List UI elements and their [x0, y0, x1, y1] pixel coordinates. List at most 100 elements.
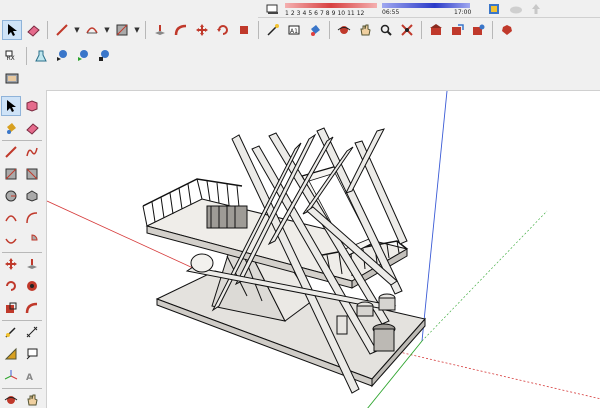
warehouse-icon[interactable]: [426, 20, 446, 40]
chevron-down-icon[interactable]: ▼: [103, 20, 111, 40]
move-icon[interactable]: [1, 254, 21, 274]
select-arrow-icon[interactable]: [1, 96, 21, 116]
month-slider-track[interactable]: [285, 3, 377, 8]
model-canvas[interactable]: [47, 91, 600, 408]
scale-icon[interactable]: [234, 20, 254, 40]
month-label: 3: [296, 10, 301, 17]
rotate-icon[interactable]: [1, 276, 21, 296]
arc-icon[interactable]: [82, 20, 102, 40]
flask-icon[interactable]: [31, 46, 51, 66]
text-icon[interactable]: [22, 344, 42, 364]
pencil-line-icon[interactable]: [1, 142, 21, 162]
time-start: 06:55: [382, 9, 400, 16]
pencil-line-icon[interactable]: [52, 20, 72, 40]
pan-icon[interactable]: [22, 390, 42, 408]
palette-separator: [2, 320, 42, 321]
views-toolbar: RX: [0, 44, 120, 68]
month-label: 2: [290, 10, 295, 17]
offset-icon[interactable]: [22, 298, 42, 318]
dimension-icon[interactable]: [22, 322, 42, 342]
month-label: 6: [314, 10, 318, 17]
green-axis-dotted: [421, 210, 548, 342]
blue-axis: [421, 91, 448, 342]
scene-next-icon[interactable]: [94, 46, 114, 66]
shadow-toggle-icon[interactable]: [262, 0, 282, 19]
toolbar-separator: [492, 21, 493, 39]
3d-text-icon[interactable]: A: [22, 366, 42, 386]
three-point-arc-icon[interactable]: [1, 230, 21, 250]
time-slider-track[interactable]: [382, 3, 470, 8]
chevron-down-icon[interactable]: ▼: [73, 20, 81, 40]
palette-separator: [2, 252, 42, 253]
select-arrow-icon[interactable]: [2, 20, 22, 40]
components-icon[interactable]: RX: [2, 46, 22, 66]
month-label: 9: [331, 10, 336, 17]
zoom-extents-icon[interactable]: [397, 20, 417, 40]
svg-text:A1: A1: [290, 28, 298, 35]
orbit-icon[interactable]: [1, 390, 21, 408]
toolbar-separator: [145, 21, 146, 39]
main-toolbar: ▼ ▼ ▼ A1: [0, 18, 600, 42]
month-label: 5: [308, 10, 313, 17]
axes-icon[interactable]: [1, 366, 21, 386]
push-pull-icon[interactable]: [22, 254, 42, 274]
month-label: 1: [285, 10, 289, 17]
shadow-toolbar: 1 2 3 4 5 6 7 8 9 10 11 12 06:55 17:00: [258, 0, 600, 18]
polygon-icon[interactable]: [22, 186, 42, 206]
rectangle-icon[interactable]: [1, 164, 21, 184]
toolbar-separator: [421, 21, 422, 39]
upload-icon[interactable]: [526, 0, 546, 19]
paint-bucket-icon[interactable]: [305, 20, 325, 40]
arc-icon[interactable]: [1, 208, 21, 228]
circle-icon[interactable]: [1, 186, 21, 206]
zoom-icon[interactable]: [376, 20, 396, 40]
pie-icon[interactable]: [22, 230, 42, 250]
month-label: 12: [356, 10, 365, 17]
eraser-icon[interactable]: [23, 20, 43, 40]
extension-warehouse-icon[interactable]: [468, 20, 488, 40]
month-label: 10: [337, 10, 346, 17]
month-label: 11: [347, 10, 355, 17]
palette-separator: [2, 140, 42, 141]
toolbar-separator: [26, 47, 27, 65]
orbit-icon[interactable]: [334, 20, 354, 40]
eraser-icon[interactable]: [22, 118, 42, 138]
toolbar-separator: [47, 21, 48, 39]
share-model-icon[interactable]: [447, 20, 467, 40]
sandbox-toolbar: [0, 66, 40, 90]
month-label: 4: [302, 10, 307, 17]
tool-palette: A: [0, 90, 46, 408]
scene-prev-icon[interactable]: [52, 46, 72, 66]
paint-bucket-icon[interactable]: [1, 118, 21, 138]
layers-icon[interactable]: [484, 0, 504, 19]
push-pull-icon[interactable]: [150, 20, 170, 40]
toolbar-separator: [329, 21, 330, 39]
ruby-icon[interactable]: [497, 20, 517, 40]
month-label: 7: [319, 10, 324, 17]
scene-play-icon[interactable]: [73, 46, 93, 66]
time-end: 17:00: [454, 9, 472, 16]
rotate-icon[interactable]: [213, 20, 233, 40]
scale-icon[interactable]: [1, 298, 21, 318]
follow-me-icon[interactable]: [22, 276, 42, 296]
move-icon[interactable]: [192, 20, 212, 40]
chevron-down-icon[interactable]: ▼: [133, 20, 141, 40]
model-viewport[interactable]: [46, 90, 600, 408]
sketchup-window: 1 2 3 4 5 6 7 8 9 10 11 12 06:55 17:00 ▼…: [0, 0, 600, 408]
month-label: 8: [325, 10, 330, 17]
dimension-icon[interactable]: A1: [284, 20, 304, 40]
follow-me-icon[interactable]: [171, 20, 191, 40]
rotated-rectangle-icon[interactable]: [22, 164, 42, 184]
freehand-icon[interactable]: [22, 142, 42, 162]
sandbox-icon[interactable]: [2, 68, 22, 88]
svg-text:A: A: [26, 373, 33, 383]
cloud-icon[interactable]: [506, 0, 526, 19]
two-point-arc-icon[interactable]: [22, 208, 42, 228]
tape-measure-icon[interactable]: [263, 20, 283, 40]
tape-measure-icon[interactable]: [1, 322, 21, 342]
pan-icon[interactable]: [355, 20, 375, 40]
protractor-icon[interactable]: [1, 344, 21, 364]
make-component-icon[interactable]: [22, 96, 42, 116]
palette-separator: [2, 388, 42, 389]
rectangle-icon[interactable]: [112, 20, 132, 40]
